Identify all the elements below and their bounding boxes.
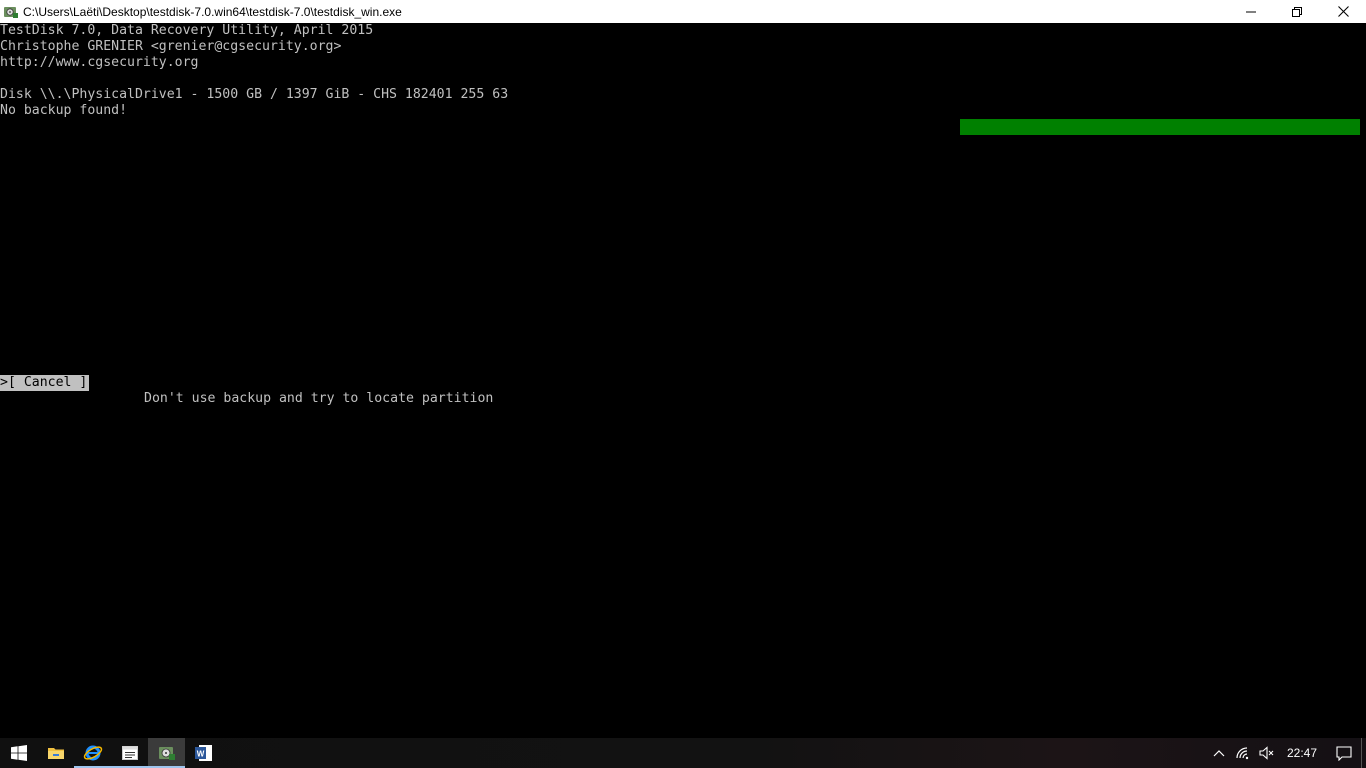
- tray-volume[interactable]: [1255, 738, 1279, 768]
- window-title-bar[interactable]: C:\Users\Laëti\Desktop\testdisk-7.0.win6…: [0, 0, 1366, 23]
- action-center-button[interactable]: [1327, 738, 1361, 768]
- windows-start-icon: [10, 745, 27, 761]
- show-desktop-button[interactable]: [1361, 738, 1366, 768]
- close-button[interactable]: [1320, 0, 1366, 23]
- console-area[interactable]: TestDisk 7.0, Data Recovery Utility, Apr…: [0, 23, 1366, 738]
- word-icon: W: [194, 745, 212, 761]
- taskbar: W 22:47: [0, 738, 1366, 768]
- console-window-icon: [121, 746, 138, 760]
- tray-overflow-button[interactable]: [1207, 738, 1231, 768]
- volume-muted-icon: [1259, 746, 1274, 760]
- taskbar-word[interactable]: W: [185, 738, 222, 768]
- minimize-button[interactable]: [1228, 0, 1274, 23]
- action-center-icon: [1336, 745, 1352, 761]
- header-line-title: TestDisk 7.0, Data Recovery Utility, Apr…: [0, 23, 374, 38]
- internet-explorer-icon: [83, 745, 102, 761]
- cancel-button[interactable]: >[ Cancel ]: [0, 375, 90, 391]
- file-explorer-icon: [47, 748, 64, 759]
- close-icon: [1337, 6, 1349, 17]
- wifi-icon: [1236, 747, 1249, 760]
- cancel-hint-text: Don't use backup and try to locate parti…: [144, 391, 494, 406]
- taskbar-testdisk[interactable]: [148, 738, 185, 768]
- restore-icon: [1292, 6, 1302, 17]
- testdisk-icon: [158, 747, 175, 760]
- restore-button[interactable]: [1274, 0, 1320, 23]
- start-button[interactable]: [0, 738, 37, 768]
- taskbar-clock[interactable]: 22:47: [1279, 746, 1327, 760]
- svg-text:W: W: [196, 750, 204, 759]
- header-line-url: http://www.cgsecurity.org: [0, 55, 199, 70]
- disk-info-line: Disk \\.\PhysicalDrive1 - 1500 GB / 1397…: [0, 87, 509, 102]
- taskbar-internet-explorer[interactable]: [74, 738, 111, 768]
- chevron-up-icon: [1213, 750, 1225, 757]
- progress-bar: [960, 119, 1360, 135]
- taskbar-console-window[interactable]: [111, 738, 148, 768]
- window-title: C:\Users\Laëti\Desktop\testdisk-7.0.win6…: [23, 4, 402, 19]
- minimize-icon: [1246, 11, 1256, 12]
- tray-network[interactable]: [1231, 738, 1255, 768]
- testdisk-app-icon: [3, 4, 19, 20]
- status-line: No backup found!: [0, 103, 128, 118]
- taskbar-file-explorer[interactable]: [37, 738, 74, 768]
- header-line-author: Christophe GRENIER <grenier@cgsecurity.o…: [0, 39, 342, 54]
